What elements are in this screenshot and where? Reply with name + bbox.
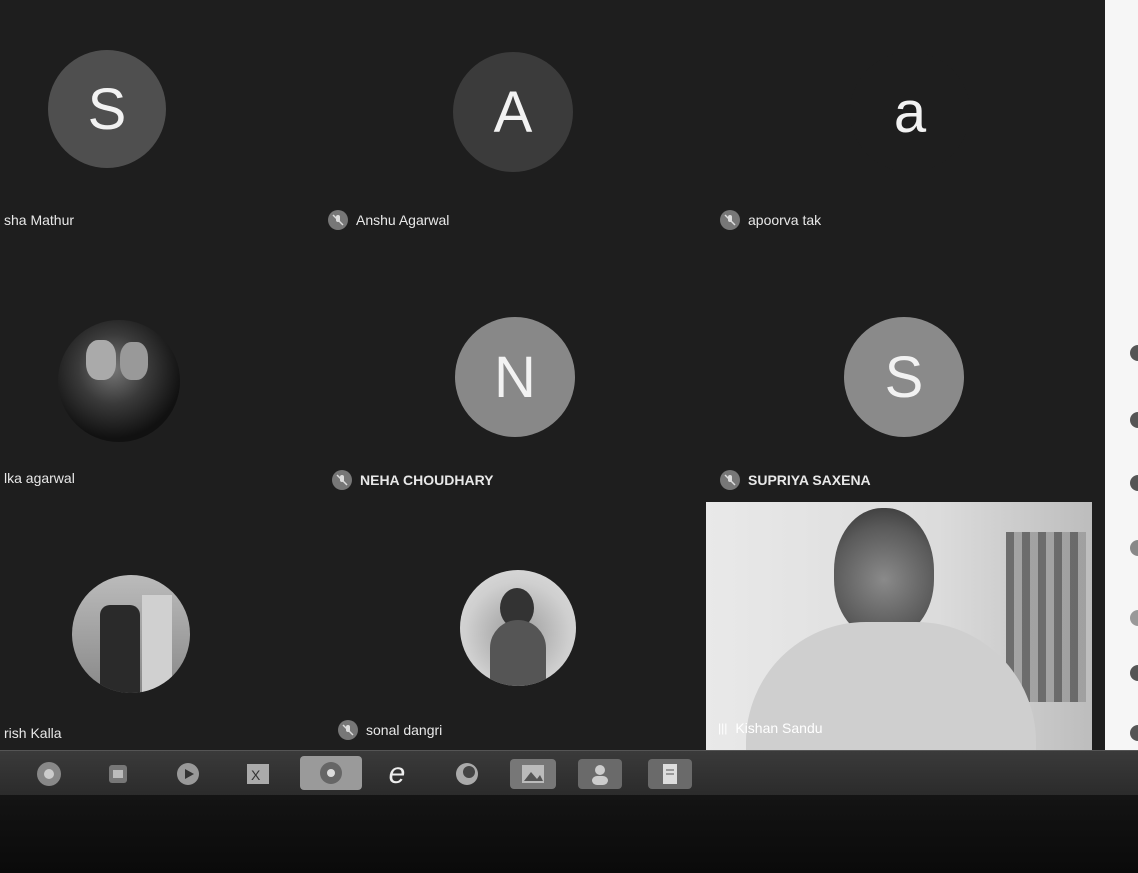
chrome-icon[interactable] (34, 759, 64, 789)
participant-name: Kishan Sandu (735, 720, 823, 736)
avatar: a (850, 52, 970, 172)
internet-explorer-icon[interactable]: e (382, 757, 412, 790)
participant-tile[interactable]: S SUPRIYA SAXENA (712, 255, 1105, 500)
wall-curtain (1006, 532, 1086, 702)
media-player-icon[interactable] (173, 759, 203, 789)
monitor-screen: S sha Mathur A Anshu Agarwal a apoorva t… (0, 0, 1138, 873)
profile-photo (58, 320, 180, 442)
panel-avatar[interactable] (1130, 725, 1138, 741)
panel-avatar[interactable] (1130, 345, 1138, 361)
panel-avatar[interactable] (1130, 412, 1138, 428)
mic-off-icon (720, 210, 740, 230)
firefox-icon[interactable] (452, 759, 482, 789)
participant-name: NEHA CHOUDHARY (360, 472, 494, 488)
monitor-bezel (0, 795, 1138, 873)
panel-avatar[interactable] (1130, 610, 1138, 626)
taskbar: X e (0, 750, 1138, 796)
chrome-icon[interactable] (300, 756, 362, 790)
active-speaker-video[interactable]: ||| Kishan Sandu (706, 502, 1092, 750)
profile-photo (460, 570, 576, 686)
participant-name: rish Kalla (4, 725, 62, 741)
participant-name: apoorva tak (748, 212, 822, 228)
mic-off-icon (720, 470, 740, 490)
user-icon[interactable] (578, 759, 622, 789)
speaking-indicator-icon: ||| (718, 721, 728, 735)
participant-name: Anshu Agarwal (356, 212, 450, 228)
panel-avatar[interactable] (1130, 540, 1138, 556)
participant-tile[interactable]: rish Kalla (0, 505, 310, 750)
mic-off-icon (338, 720, 358, 740)
avatar: S (844, 317, 964, 437)
avatar: S (48, 50, 166, 168)
participant-name: sonal dangri (366, 722, 443, 738)
profile-photo (72, 575, 190, 693)
speaker-head (834, 508, 934, 638)
meeting-grid: S sha Mathur A Anshu Agarwal a apoorva t… (0, 0, 1105, 750)
participant-name: SUPRIYA SAXENA (748, 472, 871, 488)
panel-avatar[interactable] (1130, 475, 1138, 491)
files-icon[interactable] (103, 759, 133, 789)
participant-name: lka agarwal (4, 470, 75, 486)
participant-tile[interactable]: a apoorva tak (712, 0, 1105, 250)
image-viewer-icon[interactable] (510, 759, 556, 789)
mic-off-icon (332, 470, 352, 490)
notepad-icon[interactable] (648, 759, 692, 789)
participant-tile[interactable]: A Anshu Agarwal (320, 0, 705, 250)
panel-avatar[interactable] (1130, 665, 1138, 681)
side-panel (1105, 0, 1138, 760)
participant-name: sha Mathur (4, 212, 75, 228)
avatar: A (453, 52, 573, 172)
participant-tile[interactable]: N NEHA CHOUDHARY (320, 255, 705, 500)
participant-tile[interactable]: lka agarwal (0, 255, 310, 500)
avatar: N (455, 317, 575, 437)
svg-text:X: X (251, 767, 261, 783)
participant-tile[interactable]: sonal dangri (320, 505, 705, 750)
excel-icon[interactable]: X (243, 759, 273, 789)
mic-off-icon (328, 210, 348, 230)
participant-tile[interactable]: S sha Mathur (0, 0, 310, 250)
